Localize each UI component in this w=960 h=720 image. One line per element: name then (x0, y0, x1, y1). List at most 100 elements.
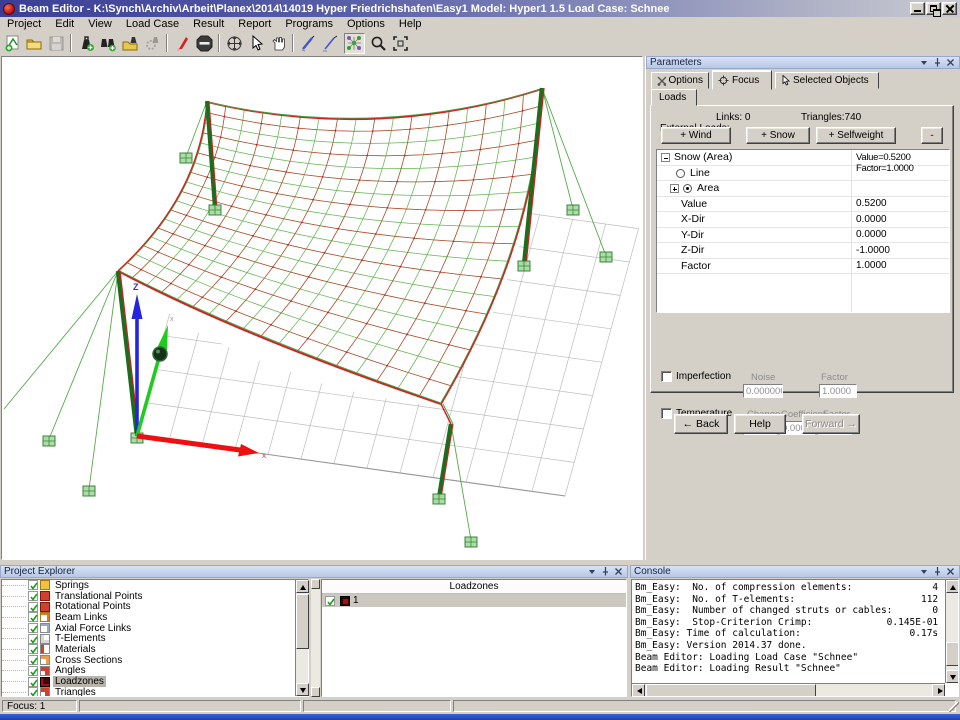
title-bar[interactable]: Beam Editor - K:\Synch\Archiv\Arbeit\Pla… (0, 0, 960, 17)
tree-checkbox[interactable] (28, 623, 38, 633)
row-value[interactable]: 0.0000 (856, 214, 887, 225)
project-tree[interactable]: SpringsTranslational PointsRotational Po… (1, 579, 309, 697)
new-model-button[interactable] (2, 33, 23, 54)
remove-load-button[interactable]: - (921, 127, 943, 144)
area-radio[interactable] (683, 184, 692, 193)
stop-button[interactable] (194, 33, 215, 54)
collapse-icon[interactable] (661, 153, 670, 162)
project-explorer-header[interactable]: Project Explorer (0, 565, 628, 578)
menu-edit[interactable]: Edit (48, 17, 81, 31)
table-row-snow-area[interactable]: Snow (Area) Value=0.5200 Factor=1.0000 (657, 150, 949, 166)
minimize-button[interactable] (910, 2, 925, 15)
line-radio[interactable] (676, 169, 685, 178)
add-snow-button[interactable]: + Snow (746, 127, 810, 144)
resize-grip[interactable] (949, 702, 959, 712)
menu-options[interactable]: Options (340, 17, 392, 31)
pin-icon[interactable] (600, 566, 611, 577)
pin-icon[interactable] (932, 57, 943, 68)
parameters-header[interactable]: Parameters (646, 56, 960, 69)
table-row-line[interactable]: Line (657, 166, 949, 182)
add-selfweight-button[interactable]: + Selfweight (816, 127, 896, 144)
tree-item-translational-points[interactable]: Translational Points (2, 591, 308, 602)
red-marker-button[interactable] (172, 33, 193, 54)
row-value[interactable]: 0.5200 (856, 198, 887, 209)
tree-checkbox[interactable] (28, 612, 38, 622)
console-header[interactable]: Console (630, 565, 960, 578)
table-row-xdir[interactable]: X-Dir 0.0000 (657, 212, 949, 228)
tree-scrollbar[interactable] (295, 580, 308, 696)
tree-item-angles[interactable]: Angles (2, 666, 308, 677)
tab-focus[interactable]: Focus (712, 70, 772, 90)
viewport-3d[interactable]: Z x x (1, 56, 643, 560)
noise-field[interactable]: 0.0000000 (743, 384, 783, 398)
zoom-extents-button[interactable] (390, 33, 411, 54)
loadzone-list-item[interactable]: 1 (322, 594, 626, 607)
tree-item-axial-force-links[interactable]: Axial Force Links (2, 623, 308, 634)
tree-item-rotational-points[interactable]: Rotational Points (2, 601, 308, 612)
pin-icon[interactable] (932, 566, 943, 577)
forward-button[interactable]: Forward → (802, 414, 860, 434)
console-hscroll[interactable] (632, 683, 945, 696)
tree-checkbox[interactable] (28, 687, 38, 697)
menu-help[interactable]: Help (392, 17, 429, 31)
close-panel-icon[interactable] (945, 57, 956, 68)
tree-checkbox[interactable] (28, 580, 38, 590)
dropdown-icon[interactable] (919, 566, 930, 577)
tree-item-materials[interactable]: Materials (2, 644, 308, 655)
tree-item-t-elements[interactable]: T-Elements (2, 633, 308, 644)
imperfection-factor-field[interactable]: 1.0000 (819, 384, 857, 398)
save-button[interactable] (46, 33, 67, 54)
load-gear-button[interactable] (142, 33, 163, 54)
tree-checkbox[interactable] (28, 602, 38, 612)
open-button[interactable] (24, 33, 45, 54)
select-tool-button[interactable] (246, 33, 267, 54)
table-row-zdir[interactable]: Z-Dir -1.0000 (657, 243, 949, 259)
tree-checkbox[interactable] (28, 591, 38, 601)
close-panel-icon[interactable] (613, 566, 624, 577)
loadzones-scrollbar[interactable] (311, 579, 320, 697)
table-row-factor[interactable]: Factor 1.0000 (657, 259, 949, 275)
console-vscroll[interactable] (945, 580, 958, 683)
tree-item-beam-links[interactable]: Beam Links (2, 612, 308, 623)
draw-axial-link-button[interactable] (320, 33, 341, 54)
zoom-tool-button[interactable] (368, 33, 389, 54)
tree-checkbox[interactable] (28, 634, 38, 644)
menu-load-case[interactable]: Load Case (119, 17, 186, 31)
add-wind-button[interactable]: + Wind (661, 127, 731, 144)
tree-item-triangles[interactable]: Triangles (2, 687, 308, 697)
tab-selected-objects[interactable]: Selected Objects (775, 72, 879, 89)
menu-project[interactable]: Project (0, 17, 48, 31)
menu-result[interactable]: Result (186, 17, 231, 31)
row-value[interactable]: 1.0000 (856, 260, 887, 271)
loadzones-column-header[interactable]: Loadzones (322, 580, 626, 594)
menu-programs[interactable]: Programs (278, 17, 340, 31)
dropdown-icon[interactable] (587, 566, 598, 577)
table-row-area[interactable]: Area (657, 181, 949, 197)
loadzone-checkbox[interactable] (325, 596, 335, 606)
console-output[interactable]: Bm_Easy: No. of compression elements: 4 … (631, 579, 959, 697)
tree-item-cross-sections[interactable]: Cross Sections (2, 655, 308, 666)
tree-checkbox[interactable] (28, 666, 38, 676)
add-loads-button[interactable] (98, 33, 119, 54)
close-button[interactable] (942, 2, 957, 15)
loadzones-list[interactable]: Loadzones 1 (321, 579, 627, 697)
tree-checkbox[interactable] (28, 655, 38, 665)
tree-item-loadzones[interactable]: Loadzones (2, 676, 308, 687)
menu-view[interactable]: View (81, 17, 119, 31)
add-load-button[interactable] (76, 33, 97, 54)
dropdown-icon[interactable] (919, 57, 930, 68)
help-button[interactable]: Help (734, 414, 786, 434)
temperature-checkbox[interactable] (661, 408, 672, 419)
table-row-value[interactable]: Value 0.5200 (657, 197, 949, 213)
row-value[interactable]: 0.0000 (856, 229, 887, 240)
net-tool-button[interactable] (344, 33, 365, 54)
table-row-ydir[interactable]: Y-Dir 0.0000 (657, 228, 949, 244)
tree-checkbox[interactable] (28, 644, 38, 654)
tab-loads[interactable]: Loads (651, 89, 697, 106)
loads-table[interactable]: Snow (Area) Value=0.5200 Factor=1.0000 L… (656, 149, 950, 313)
draw-link-button[interactable] (298, 33, 319, 54)
load-folder-button[interactable] (120, 33, 141, 54)
close-panel-icon[interactable] (945, 566, 956, 577)
menu-report[interactable]: Report (231, 17, 278, 31)
tree-item-springs[interactable]: Springs (2, 580, 308, 591)
